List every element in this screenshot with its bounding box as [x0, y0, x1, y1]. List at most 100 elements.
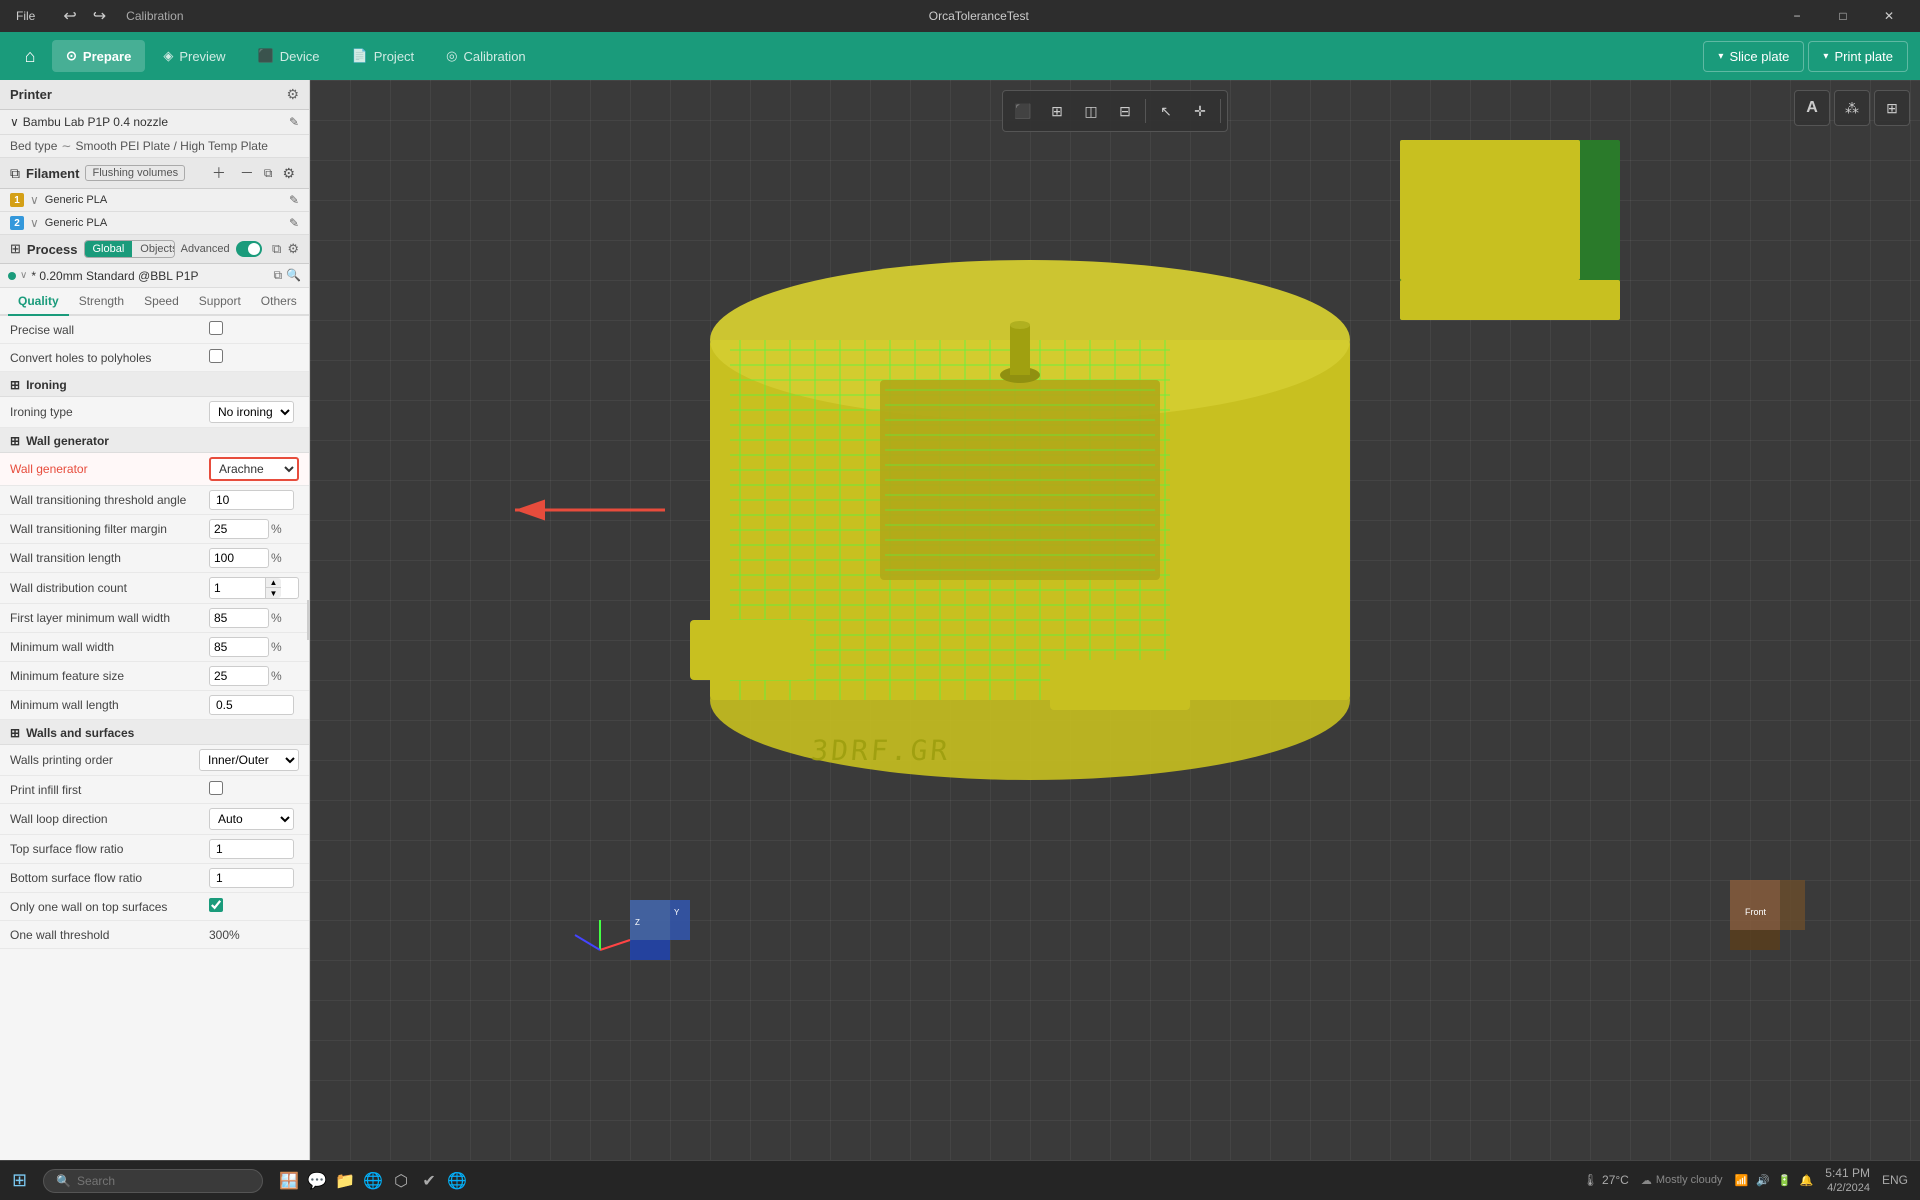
device-icon: ⬛	[258, 48, 274, 64]
profile-search-icon[interactable]: 🔍	[286, 268, 301, 283]
taskbar-icon-3[interactable]: 📁	[335, 1171, 355, 1191]
printer-edit-icon[interactable]: ✎	[289, 115, 299, 129]
volume-icon[interactable]: 🔊	[1756, 1174, 1770, 1187]
tab-calibration[interactable]: ◎ Calibration	[432, 40, 540, 72]
printer-gear-icon[interactable]: ⚙	[286, 86, 299, 103]
wall-distribution-count-input[interactable]	[210, 579, 265, 597]
temp-icon: 🌡	[1583, 1173, 1598, 1187]
taskbar-icon-7[interactable]: 🌐	[447, 1171, 467, 1191]
flushing-volumes-button[interactable]: Flushing volumes	[85, 165, 185, 181]
printer-title: Printer	[10, 87, 52, 102]
wall-generator-section-header[interactable]: ⊞ Wall generator	[0, 428, 309, 453]
taskbar-icon-4[interactable]: 🌐	[363, 1171, 383, 1191]
top-surface-flow-input[interactable]	[209, 839, 294, 859]
objects-tab[interactable]: Objects	[132, 241, 174, 257]
profile-copy-icon[interactable]: ⧉	[273, 268, 282, 283]
min-wall-length-input[interactable]	[209, 695, 294, 715]
filament-copy-icon[interactable]: ⧉	[264, 166, 273, 181]
time-display: 5:41 PM	[1825, 1166, 1870, 1182]
print-infill-first-checkbox[interactable]	[209, 781, 223, 795]
filament-remove-icon[interactable]: －	[236, 163, 258, 183]
taskbar-icon-5[interactable]: ⬡	[391, 1171, 411, 1191]
home-button[interactable]: ⌂	[12, 38, 48, 74]
project-icon: 📄	[352, 48, 368, 64]
min-feature-size-input[interactable]	[209, 666, 269, 686]
tab-preview[interactable]: ◈ Preview	[149, 40, 239, 72]
wall-transitioning-filter-input[interactable]	[209, 519, 269, 539]
notification-icon[interactable]: 🔔	[1800, 1174, 1814, 1187]
datetime-display[interactable]: 5:41 PM 4/2/2024	[1825, 1166, 1870, 1196]
network-icon[interactable]: 📶	[1734, 1174, 1748, 1187]
svg-text:Z: Z	[635, 918, 640, 927]
walls-printing-order-label: Walls printing order	[10, 753, 199, 767]
titlebar-menu[interactable]: File	[8, 5, 43, 27]
windows-logo-icon[interactable]: ⊞	[12, 1170, 27, 1191]
wall-dist-up-button[interactable]: ▲	[265, 578, 281, 588]
min-feature-size-label: Minimum feature size	[10, 669, 209, 683]
wall-transitioning-threshold-row: Wall transitioning threshold angle	[0, 486, 309, 515]
filament-1-edit-icon[interactable]: ✎	[289, 193, 299, 207]
convert-holes-checkbox[interactable]	[209, 349, 223, 363]
tab-speed[interactable]: Speed	[134, 288, 189, 316]
wall-generator-select[interactable]: Arachne Classic	[209, 457, 299, 481]
temperature-display: 🌡 27°C	[1583, 1173, 1629, 1187]
minimize-button[interactable]: −	[1774, 0, 1820, 32]
wall-transitioning-threshold-input[interactable]	[209, 490, 294, 510]
wall-transition-length-input[interactable]	[209, 548, 269, 568]
tab-strength[interactable]: Strength	[69, 288, 134, 316]
tab-others[interactable]: Others	[251, 288, 307, 316]
top-surface-flow-label: Top surface flow ratio	[10, 842, 209, 856]
svg-text:Y: Y	[674, 908, 680, 917]
filament-settings-icon[interactable]: ⚙	[278, 165, 299, 182]
wall-distribution-count-value: ▲ ▼	[209, 577, 299, 599]
advanced-toggle[interactable]	[236, 241, 262, 257]
precise-wall-checkbox[interactable]	[209, 321, 223, 335]
walls-printing-order-select[interactable]: Inner/Outer Outer/Inner	[199, 749, 299, 771]
global-tab[interactable]: Global	[85, 241, 133, 257]
wall-loop-direction-select[interactable]: Auto CW CCW	[209, 808, 294, 830]
search-bar[interactable]: 🔍	[43, 1169, 263, 1193]
battery-icon[interactable]: 🔋	[1778, 1174, 1792, 1187]
print-plate-button[interactable]: ▾ Print plate	[1808, 41, 1908, 72]
close-button[interactable]: ✕	[1866, 0, 1912, 32]
process-settings-icon[interactable]: ⚙	[287, 241, 299, 257]
min-wall-length-row: Minimum wall length	[0, 691, 309, 720]
ironing-type-select[interactable]: No ironing Top All	[209, 401, 294, 423]
taskbar-icon-6[interactable]: ✔	[419, 1171, 439, 1191]
filament-2-edit-icon[interactable]: ✎	[289, 216, 299, 230]
first-layer-min-wall-input[interactable]	[209, 608, 269, 628]
taskbar-icon-1[interactable]: 🪟	[279, 1171, 299, 1191]
search-input[interactable]	[77, 1174, 237, 1188]
menu-file[interactable]: File	[8, 5, 43, 27]
precise-wall-label: Precise wall	[10, 323, 209, 337]
tab-device[interactable]: ⬛ Device	[244, 40, 334, 72]
viewport[interactable]: ⬛ ⊞ ◫ ⊟ ↖ ✛ A ⁂ ⊞	[310, 80, 1920, 1160]
tab-prepare[interactable]: ⊙ Prepare	[52, 40, 145, 72]
wall-generator-label: Wall generator	[10, 462, 209, 476]
redo-button[interactable]: ↪	[87, 4, 112, 28]
slice-plate-button[interactable]: ▾ Slice plate	[1703, 41, 1804, 72]
filament-1-chevron: ∨	[30, 193, 39, 207]
taskbar-icon-2[interactable]: 💬	[307, 1171, 327, 1191]
filament-1-num: 1	[10, 193, 24, 207]
window-title: OrcaToleranceTest	[184, 9, 1774, 23]
bottom-surface-flow-input[interactable]	[209, 868, 294, 888]
undo-button[interactable]: ↩	[57, 4, 82, 28]
only-one-wall-checkbox[interactable]	[209, 898, 223, 912]
settings-scroll-area[interactable]: Precise wall Convert holes to polyholes …	[0, 316, 309, 1160]
walls-surfaces-section-icon: ⊞	[10, 726, 20, 740]
tab-project[interactable]: 📄 Project	[338, 40, 429, 72]
wall-dist-down-button[interactable]: ▼	[265, 588, 281, 598]
filament-2-name[interactable]: Generic PLA	[45, 217, 107, 229]
min-wall-width-input[interactable]	[209, 637, 269, 657]
maximize-button[interactable]: □	[1820, 0, 1866, 32]
walls-surfaces-section-header[interactable]: ⊞ Walls and surfaces	[0, 720, 309, 745]
filament-add-icon[interactable]: ＋	[208, 163, 230, 183]
tab-support[interactable]: Support	[189, 288, 251, 316]
tab-quality[interactable]: Quality	[8, 288, 69, 316]
ironing-section-header[interactable]: ⊞ Ironing	[0, 372, 309, 397]
temp-value: 27°C	[1602, 1173, 1629, 1187]
filament-1-name[interactable]: Generic PLA	[45, 194, 107, 206]
min-wall-width-unit: %	[271, 640, 282, 654]
process-copy-icon[interactable]: ⧉	[272, 241, 281, 257]
